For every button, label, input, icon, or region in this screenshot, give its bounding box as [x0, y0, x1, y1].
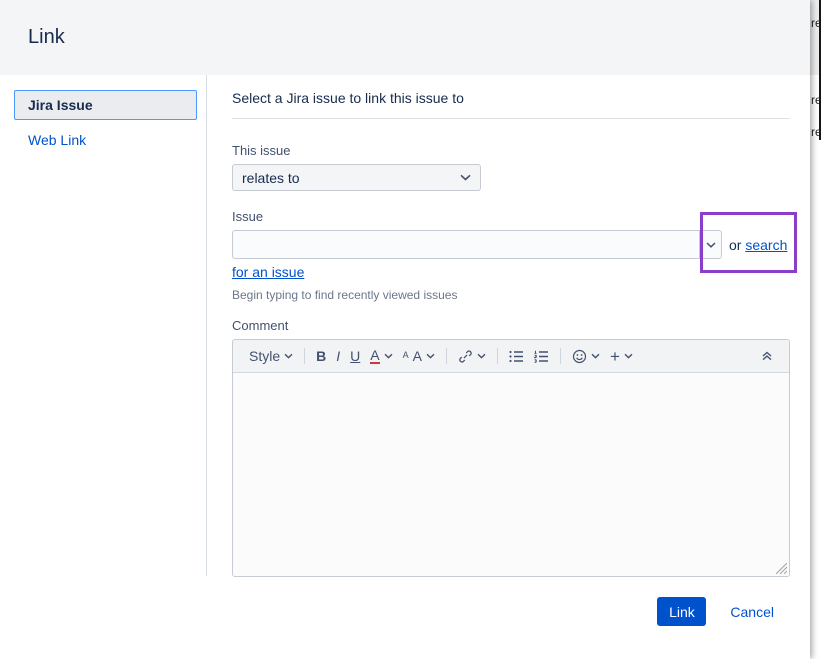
chevron-down-icon: [477, 353, 486, 359]
for-an-issue-link[interactable]: for an issue: [232, 264, 304, 280]
underline-button[interactable]: U: [345, 348, 365, 364]
dialog-footer: Link Cancel: [0, 576, 810, 659]
chevron-down-icon: [624, 353, 633, 359]
resize-grip-icon[interactable]: [776, 563, 787, 574]
dialog-title: Link: [28, 26, 65, 48]
editor-toolbar: Style B I U A A A +: [233, 340, 789, 373]
text-color-button[interactable]: A: [365, 348, 397, 364]
chevron-down-icon: [591, 353, 600, 359]
chevron-down-icon: [705, 241, 716, 248]
dialog-header: Link: [0, 0, 810, 75]
comment-editor: Style B I U A A A +: [232, 339, 790, 577]
plus-icon: +: [609, 346, 620, 366]
text-color-label: A: [370, 347, 380, 364]
link-dialog: Link Jira Issue Web Link Select a Jira i…: [0, 0, 810, 659]
collapse-toolbar-button[interactable]: [756, 351, 778, 361]
link-type-select[interactable]: relates to: [232, 164, 481, 191]
issue-input-wrap: [232, 230, 722, 259]
toolbar-separator: [304, 348, 306, 364]
toolbar-separator: [496, 348, 498, 364]
chevron-down-icon: [426, 353, 435, 359]
issue-input[interactable]: [233, 231, 699, 258]
bold-button[interactable]: B: [311, 348, 331, 364]
chevron-down-icon: [284, 353, 293, 359]
or-text: or: [729, 236, 746, 253]
bullet-list-button[interactable]: [504, 350, 529, 363]
double-chevron-up-icon: [761, 351, 773, 361]
issue-helper-text: Begin typing to find recently viewed iss…: [232, 288, 458, 302]
comment-label: Comment: [232, 318, 289, 333]
dialog-sidebar: Jira Issue Web Link: [0, 75, 207, 576]
dialog-description: Select a Jira issue to link this issue t…: [232, 90, 464, 106]
sidebar-item-web-link[interactable]: Web Link: [28, 132, 206, 148]
link-type-value: relates to: [242, 169, 300, 186]
numbered-list-button[interactable]: [529, 350, 554, 363]
cancel-button[interactable]: Cancel: [730, 604, 774, 620]
emoji-button[interactable]: [567, 349, 605, 364]
this-issue-label: This issue: [232, 143, 291, 158]
bullet-list-icon: [509, 350, 524, 363]
link-icon: [458, 349, 473, 364]
issue-dropdown-button[interactable]: [699, 231, 721, 258]
sidebar-item-label: Jira Issue: [28, 97, 93, 113]
sidebar-item-label: Web Link: [28, 132, 87, 148]
divider: [232, 118, 790, 119]
style-label: Style: [249, 348, 281, 364]
link-submit-button[interactable]: Link: [657, 597, 707, 626]
numbered-list-icon: [533, 350, 549, 363]
insert-more-button[interactable]: +: [605, 348, 638, 365]
sidebar-item-jira-issue[interactable]: Jira Issue: [14, 90, 197, 120]
emoji-icon: [572, 349, 587, 364]
font-style-label: A: [412, 348, 422, 364]
issue-label: Issue: [232, 209, 264, 224]
toolbar-separator: [559, 348, 561, 364]
style-dropdown[interactable]: Style: [244, 348, 298, 364]
search-link[interactable]: search: [745, 237, 787, 253]
italic-button[interactable]: I: [331, 348, 345, 364]
insert-link-button[interactable]: [453, 349, 491, 364]
chevron-down-icon: [460, 174, 471, 181]
chevron-down-icon: [384, 353, 393, 359]
dialog-content: Select a Jira issue to link this issue t…: [207, 75, 810, 577]
comment-textarea[interactable]: [233, 373, 789, 576]
toolbar-separator: [445, 348, 447, 364]
font-style-button[interactable]: A A: [398, 348, 440, 364]
font-style-small-label: A: [402, 350, 409, 360]
